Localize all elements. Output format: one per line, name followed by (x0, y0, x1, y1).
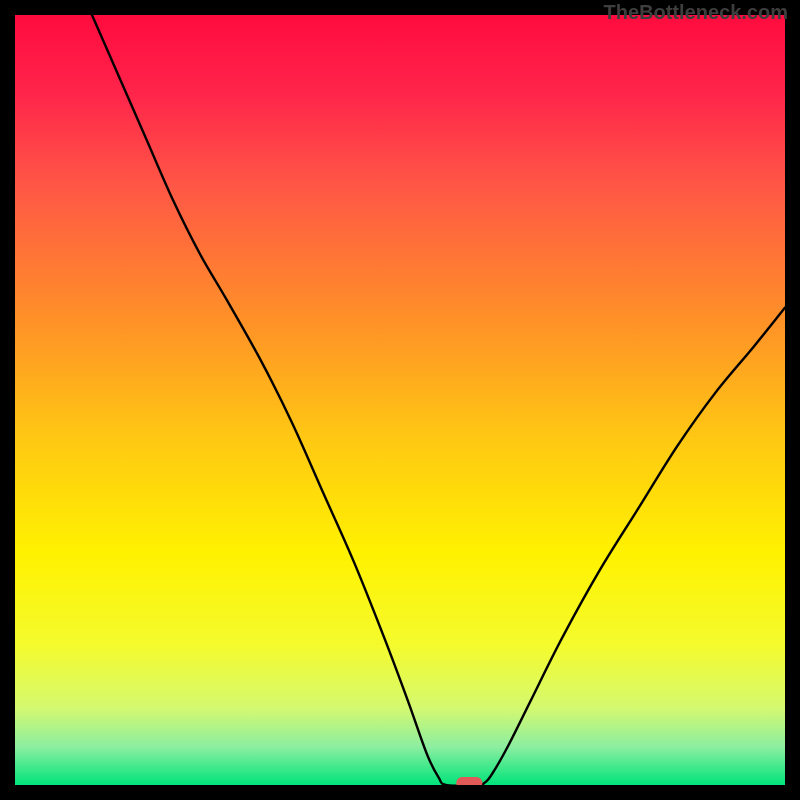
watermark-text: TheBottleneck.com (604, 2, 788, 25)
gradient-background (15, 15, 785, 785)
optimal-marker (456, 777, 482, 785)
chart-frame: TheBottleneck.com (0, 0, 800, 800)
plot-area (15, 15, 785, 785)
bottleneck-curve-chart (15, 15, 785, 785)
